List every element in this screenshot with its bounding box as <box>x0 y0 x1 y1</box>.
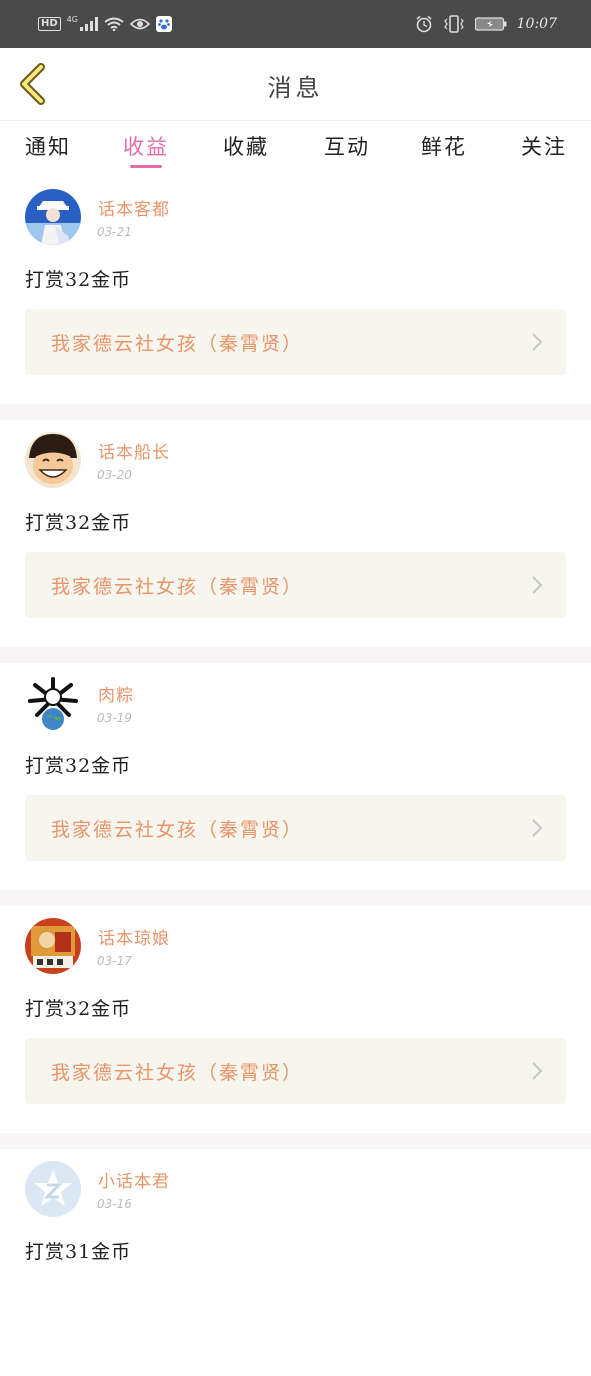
vibrate-icon <box>443 15 464 33</box>
book-link[interactable]: 我家德云社女孩（秦霄贤） <box>25 552 566 618</box>
book-title: 我家德云社女孩（秦霄贤） <box>51 576 304 598</box>
card-separator <box>0 647 591 663</box>
status-left-icons: HD 4G <box>38 14 172 34</box>
user-avatar[interactable] <box>25 189 81 245</box>
avatar-image <box>25 675 81 731</box>
user-avatar[interactable] <box>25 918 81 974</box>
clock: 10:07 <box>516 16 557 32</box>
user-avatar[interactable] <box>25 675 81 731</box>
book-link[interactable]: 我家德云社女孩（秦霄贤） <box>25 795 566 861</box>
status-right-icons: 10:07 <box>415 14 557 34</box>
chevron-right-icon <box>532 819 543 837</box>
username[interactable]: 肉粽 <box>98 681 134 706</box>
wifi-icon <box>104 17 124 31</box>
hd-badge: HD <box>38 17 61 31</box>
book-title: 我家德云社女孩（秦霄贤） <box>51 1062 304 1084</box>
message-date: 03-21 <box>97 225 132 239</box>
user-avatar[interactable] <box>25 432 81 488</box>
reward-text: 打赏32金币 <box>25 512 132 534</box>
book-title: 我家德云社女孩（秦霄贤） <box>51 819 304 841</box>
message-date: 03-17 <box>97 954 132 968</box>
reward-text: 打赏32金币 <box>25 998 132 1020</box>
tab-following[interactable]: 关注 <box>509 131 579 161</box>
message-card: 话本船长 03-20 打赏32金币 我家德云社女孩（秦霄贤） <box>0 420 591 647</box>
default-avatar-icon <box>25 1161 81 1217</box>
username[interactable]: 话本船长 <box>98 438 170 463</box>
message-date: 03-20 <box>97 468 132 482</box>
reward-text: 打赏32金币 <box>25 269 132 291</box>
reward-text: 打赏32金币 <box>25 755 132 777</box>
reward-text: 打赏31金币 <box>25 1241 132 1263</box>
card-separator <box>0 404 591 420</box>
avatar-image <box>25 432 81 488</box>
message-card: 话本客都 03-21 打赏32金币 我家德云社女孩（秦霄贤） <box>0 177 591 404</box>
chevron-right-icon <box>532 576 543 594</box>
avatar-image <box>25 918 81 974</box>
tab-interactions[interactable]: 互动 <box>312 131 382 161</box>
active-tab-indicator <box>130 165 162 168</box>
chevron-right-icon <box>532 1062 543 1080</box>
eye-icon <box>129 18 150 30</box>
status-bar: HD 4G 10:07 <box>0 0 591 48</box>
user-avatar[interactable] <box>25 1161 81 1217</box>
card-separator <box>0 1133 591 1149</box>
avatar-image <box>25 189 81 245</box>
header: 消息 <box>0 48 591 121</box>
card-separator <box>0 890 591 906</box>
book-title: 我家德云社女孩（秦霄贤） <box>51 333 304 355</box>
username[interactable]: 小话本君 <box>98 1167 170 1192</box>
tab-flowers[interactable]: 鲜花 <box>409 131 479 161</box>
tab-bar: 通知 收益 收藏 互动 鲜花 关注 <box>0 121 591 177</box>
alarm-icon <box>416 15 432 33</box>
book-link[interactable]: 我家德云社女孩（秦霄贤） <box>25 309 566 375</box>
username[interactable]: 话本琼娘 <box>98 924 170 949</box>
message-list: 话本客都 03-21 打赏32金币 我家德云社女孩（秦霄贤） 话本船长 03-2… <box>0 177 591 1376</box>
message-card: 小话本君 03-16 打赏31金币 <box>0 1149 591 1376</box>
chevron-right-icon <box>532 333 543 351</box>
message-date: 03-16 <box>97 1197 132 1211</box>
book-link[interactable]: 我家德云社女孩（秦霄贤） <box>25 1038 566 1104</box>
signal-icon <box>79 17 98 31</box>
network-type-label: 4G <box>66 15 78 24</box>
baidu-paw-icon <box>155 16 172 32</box>
tab-favorites[interactable]: 收藏 <box>211 131 281 161</box>
message-card: 肉粽 03-19 打赏32金币 我家德云社女孩（秦霄贤） <box>0 663 591 890</box>
message-card: 话本琼娘 03-17 打赏32金币 我家德云社女孩（秦霄贤） <box>0 906 591 1133</box>
message-date: 03-19 <box>97 711 132 725</box>
tab-notifications[interactable]: 通知 <box>13 131 83 161</box>
battery-icon <box>474 17 507 31</box>
username[interactable]: 话本客都 <box>98 195 170 220</box>
tab-earnings[interactable]: 收益 <box>111 131 181 161</box>
page-title: 消息 <box>267 74 324 102</box>
